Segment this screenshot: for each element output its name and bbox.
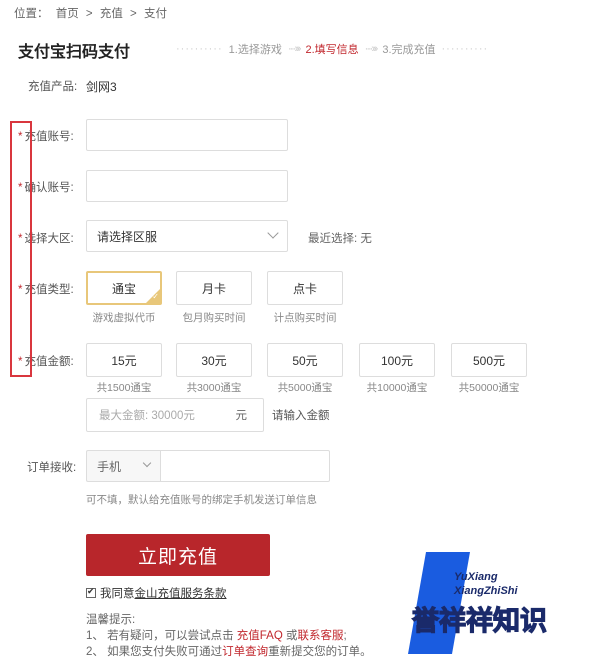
chevron-down-icon: [142, 458, 152, 468]
type-option-tongbao[interactable]: 通宝 ✓: [86, 271, 162, 305]
highlight-box: [10, 121, 32, 377]
agree-checkbox[interactable]: [86, 586, 96, 598]
contact-support-link[interactable]: 联系客服: [298, 630, 344, 642]
custom-amount-placeholder: 最大金额: 30000元: [99, 410, 195, 422]
step-chevron-icon: ····›››: [364, 43, 379, 55]
confirm-account-input[interactable]: [86, 170, 288, 202]
custom-amount-hint: 请输入金额: [272, 410, 330, 422]
product-label: 充值产品:: [28, 81, 78, 93]
type-option-desc: 包月购买时间: [182, 312, 246, 324]
region-select[interactable]: 请选择区服: [86, 220, 288, 252]
type-option-pointcard[interactable]: 点卡: [267, 271, 343, 305]
type-option-label: 通宝: [111, 281, 136, 296]
product-value: 剑网3: [86, 80, 117, 94]
chevron-down-icon: [267, 227, 279, 239]
breadcrumb-sep: >: [130, 8, 137, 20]
agree-text: 我同意: [100, 588, 135, 600]
amount-option-desc: 共50000通宝: [458, 382, 520, 394]
amount-option-30[interactable]: 30元: [176, 343, 252, 377]
check-icon: ✓: [152, 292, 159, 301]
page-title: 支付宝扫码支付: [18, 44, 131, 61]
step-1: 1.选择游戏: [228, 44, 282, 56]
terms-link[interactable]: 金山充值服务条款: [135, 585, 227, 601]
contact-type-select[interactable]: 手机: [86, 450, 160, 482]
amount-option-label: 500元: [472, 353, 506, 368]
watermark-slash-shape: [408, 552, 470, 654]
region-select-value: 请选择区服: [97, 229, 158, 244]
account-input[interactable]: [86, 119, 288, 151]
tips-line-1: 1、 若有疑问，可以尝试点击 充值FAQ 或联系客服;: [86, 628, 372, 644]
type-option-monthly[interactable]: 月卡: [176, 271, 252, 305]
amount-option-100[interactable]: 100元: [359, 343, 435, 377]
amount-option-desc: 共1500通宝: [96, 382, 152, 394]
amount-option-50[interactable]: 50元: [267, 343, 343, 377]
amount-option-desc: 共5000通宝: [277, 382, 333, 394]
tips-text: 重新提交您的订单。: [268, 646, 372, 658]
breadcrumb-prefix: 位置：: [14, 8, 49, 20]
tips-num: 1、: [86, 630, 104, 642]
faq-link[interactable]: 充值FAQ: [237, 630, 283, 642]
tips-title: 温馨提示:: [86, 614, 136, 626]
order-note: 可不填，默认给充值账号的绑定手机发送订单信息: [86, 494, 317, 506]
tips-text: 如果您支付失败可通过: [103, 646, 223, 658]
amount-option-label: 50元: [292, 353, 318, 368]
recent-selection: 最近选择: 无: [308, 233, 372, 245]
amount-option-label: 100元: [380, 353, 414, 368]
step-dots: ··········: [176, 43, 223, 55]
step-dots: ··········: [441, 43, 489, 55]
type-option-desc: 计点购买时间: [273, 312, 337, 324]
type-option-desc: 游戏虚拟代币: [92, 312, 156, 324]
amount-option-desc: 共10000通宝: [366, 382, 428, 394]
amount-option-500[interactable]: 500元: [451, 343, 527, 377]
amount-option-15[interactable]: 15元: [86, 343, 162, 377]
tips-line-2: 2、 如果您支付失败可通过订单查询重新提交您的订单。: [86, 644, 372, 660]
breadcrumb-home[interactable]: 首页: [56, 8, 79, 20]
tips-text: 或: [282, 630, 298, 642]
watermark-line2: XiangZhiShi: [453, 585, 519, 597]
breadcrumb-sep: >: [85, 8, 93, 20]
order-label: 订单接收:: [27, 462, 77, 474]
phone-input[interactable]: [160, 450, 330, 482]
custom-amount-input[interactable]: 最大金额: 30000元 元: [86, 398, 264, 432]
breadcrumb-pay: 支付: [143, 8, 167, 20]
breadcrumb: 位置： 首页 > 充值 > 支付: [14, 5, 171, 21]
step-2: 2.填写信息: [305, 44, 359, 56]
agree-row: 我同意金山充值服务条款: [86, 585, 227, 601]
submit-button[interactable]: 立即充值: [86, 534, 270, 576]
type-option-label: 点卡: [292, 281, 317, 296]
tips-text: 若有疑问，可以尝试点击: [103, 630, 237, 642]
breadcrumb-recharge[interactable]: 充值: [100, 8, 123, 20]
amount-option-desc: 共3000通宝: [186, 382, 242, 394]
order-query-link[interactable]: 订单查询: [222, 646, 268, 658]
step-indicator: ·········· 1.选择游戏 ····››› 2.填写信息 ····›››…: [170, 41, 494, 57]
tips: 温馨提示: 1、 若有疑问，可以尝试点击 充值FAQ 或联系客服; 2、 如果您…: [86, 612, 372, 660]
custom-amount-unit: 元: [235, 410, 248, 422]
watermark-logo: YuXiang XiangZhiShi 誉祥祥知识: [408, 552, 548, 654]
type-option-label: 月卡: [201, 281, 226, 296]
step-3: 3.完成充值: [382, 44, 436, 56]
amount-option-label: 15元: [111, 353, 137, 368]
watermark-main: 誉祥祥知识: [412, 605, 547, 637]
contact-type-value: 手机: [97, 459, 122, 474]
amount-option-label: 30元: [201, 353, 227, 368]
step-chevron-icon: ····›››: [287, 43, 302, 55]
tips-num: 2、: [86, 646, 104, 658]
tips-text: ;: [343, 630, 347, 642]
watermark-line1: YuXiang: [454, 571, 498, 583]
